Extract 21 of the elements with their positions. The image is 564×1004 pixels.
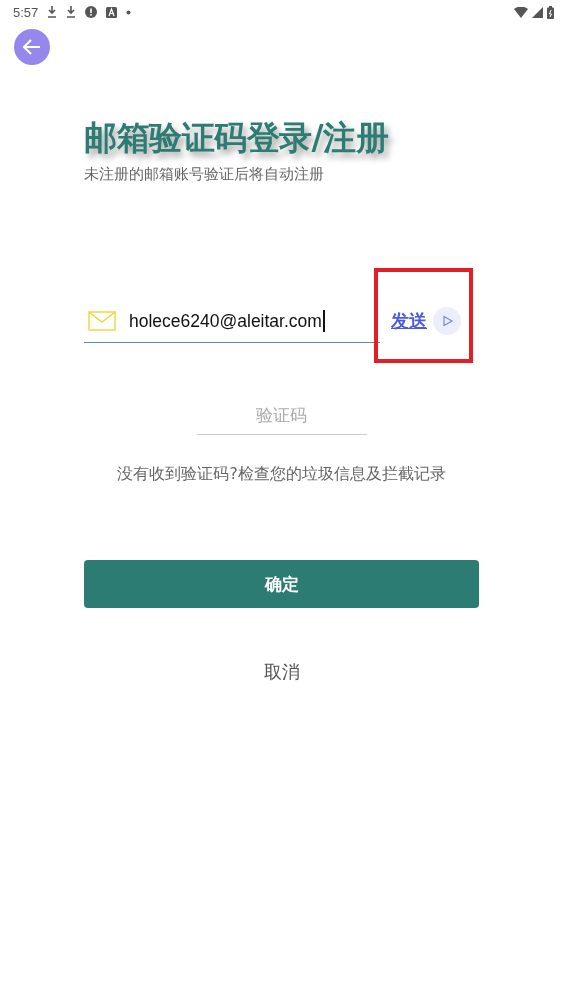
page-subtitle: 未注册的邮箱账号验证后将自动注册 — [84, 164, 325, 184]
app-icon — [106, 6, 118, 18]
email-field[interactable]: holece6240@aleitar.com — [84, 299, 380, 343]
cancel-button[interactable]: 取消 — [259, 656, 304, 688]
back-button[interactable] — [14, 29, 50, 65]
dot-icon — [126, 9, 132, 15]
battery-icon — [547, 5, 554, 19]
status-time: 5:57 — [13, 4, 39, 20]
send-icon[interactable] — [433, 307, 461, 335]
download-icon — [66, 6, 77, 18]
confirm-button[interactable]: 确定 — [84, 560, 479, 608]
alert-icon — [85, 6, 98, 18]
download-icon — [47, 6, 58, 18]
back-arrow-icon — [23, 39, 41, 55]
hint-text: 没有收到验证码?检查您的垃圾信息及拦截记录 — [116, 464, 447, 485]
envelope-icon — [88, 310, 116, 331]
wifi-icon — [514, 6, 528, 18]
page-title: 邮箱验证码登录/注册 — [84, 117, 390, 159]
signal-icon — [532, 6, 543, 18]
send-link[interactable]: 发送 — [391, 309, 427, 333]
code-field[interactable]: 验证码 — [196, 395, 367, 435]
